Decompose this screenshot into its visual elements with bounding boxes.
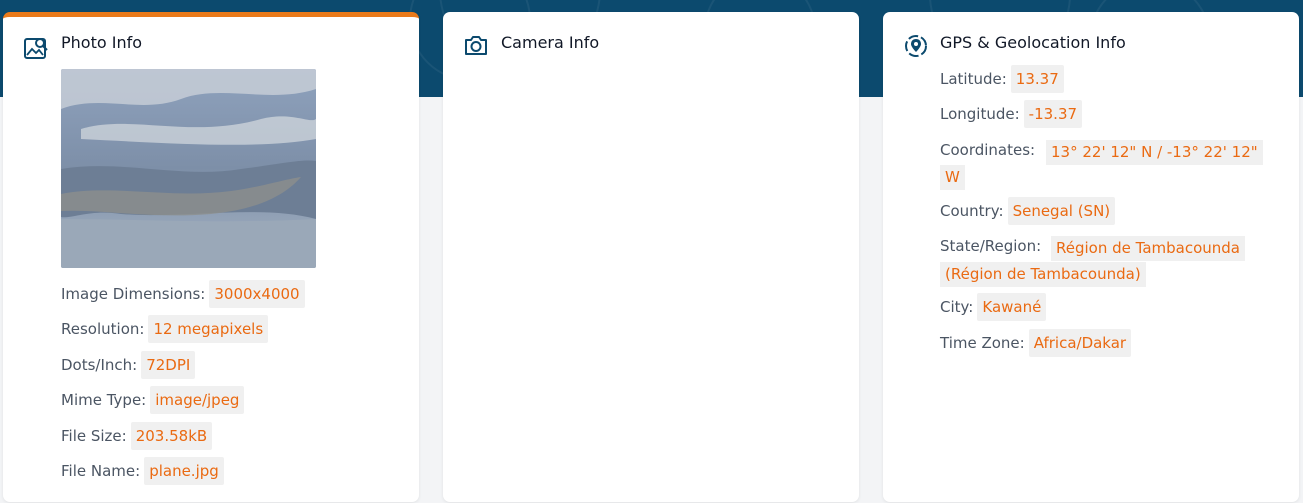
value-image-dimensions: 3000x4000 xyxy=(209,280,305,308)
value-resolution: 12 megapixels xyxy=(148,315,269,343)
label-state-region: State/Region: xyxy=(940,237,1042,255)
value-country: Senegal (SN) xyxy=(1007,197,1116,225)
row-mime-type: Mime Type: image/jpeg xyxy=(61,386,245,414)
row-file-size: File Size: 203.58kB xyxy=(61,422,213,450)
row-resolution: Resolution: 12 megapixels xyxy=(61,315,269,343)
label-coordinates: Coordinates: xyxy=(940,141,1036,159)
gps-info-card: GPS & Geolocation Info Latitude: 13.37 L… xyxy=(883,12,1299,502)
row-latitude: Latitude: 13.37 xyxy=(940,65,1064,93)
row-coordinates: Coordinates: xyxy=(940,141,1039,159)
label-mime-type: Mime Type: xyxy=(61,391,147,409)
row-file-name: File Name: plane.jpg xyxy=(61,457,224,485)
row-image-dimensions: Image Dimensions: 3000x4000 xyxy=(61,280,305,308)
label-time-zone: Time Zone: xyxy=(940,334,1025,352)
row-dots-per-inch: Dots/Inch: 72DPI xyxy=(61,351,196,379)
label-dots-per-inch: Dots/Inch: xyxy=(61,356,138,374)
photo-search-icon xyxy=(24,38,48,59)
location-pin-icon xyxy=(905,35,927,57)
value-mime-type: image/jpeg xyxy=(150,386,245,414)
row-longitude: Longitude: -13.37 xyxy=(940,100,1083,128)
label-longitude: Longitude: xyxy=(940,105,1020,123)
value-latitude: 13.37 xyxy=(1010,65,1064,93)
label-image-dimensions: Image Dimensions: xyxy=(61,285,206,303)
row-country: Country: Senegal (SN) xyxy=(940,197,1116,225)
camera-icon xyxy=(465,36,487,55)
photo-info-title: Photo Info xyxy=(61,33,143,52)
value-city: Kawané xyxy=(977,293,1047,321)
value-coordinates-line2: W xyxy=(940,165,965,190)
label-resolution: Resolution: xyxy=(61,320,145,338)
row-city: City: Kawané xyxy=(940,293,1047,321)
photo-info-card: Photo Info Image Dimensions: 3000x4000 R… xyxy=(3,12,419,502)
camera-info-title: Camera Info xyxy=(501,33,600,52)
value-dots-per-inch: 72DPI xyxy=(141,351,196,379)
label-latitude: Latitude: xyxy=(940,70,1007,88)
value-file-name: plane.jpg xyxy=(144,457,224,485)
value-coordinates-line1: 13° 22' 12" N / -13° 22' 12" xyxy=(1046,140,1263,165)
label-country: Country: xyxy=(940,202,1004,220)
row-time-zone: Time Zone: Africa/Dakar xyxy=(940,329,1132,357)
camera-info-card: Camera Info xyxy=(443,12,859,502)
value-longitude: -13.37 xyxy=(1023,100,1083,128)
gps-info-title: GPS & Geolocation Info xyxy=(940,33,1126,52)
label-file-size: File Size: xyxy=(61,427,127,445)
value-time-zone: Africa/Dakar xyxy=(1028,329,1132,357)
value-state-region-line2: (Région de Tambacounda) xyxy=(940,262,1146,287)
label-city: City: xyxy=(940,298,974,316)
photo-thumbnail[interactable] xyxy=(61,69,316,268)
row-state-region: State/Region: xyxy=(940,237,1045,255)
label-file-name: File Name: xyxy=(61,462,141,480)
value-file-size: 203.58kB xyxy=(130,422,213,450)
value-state-region-line1: Région de Tambacounda xyxy=(1051,236,1245,261)
